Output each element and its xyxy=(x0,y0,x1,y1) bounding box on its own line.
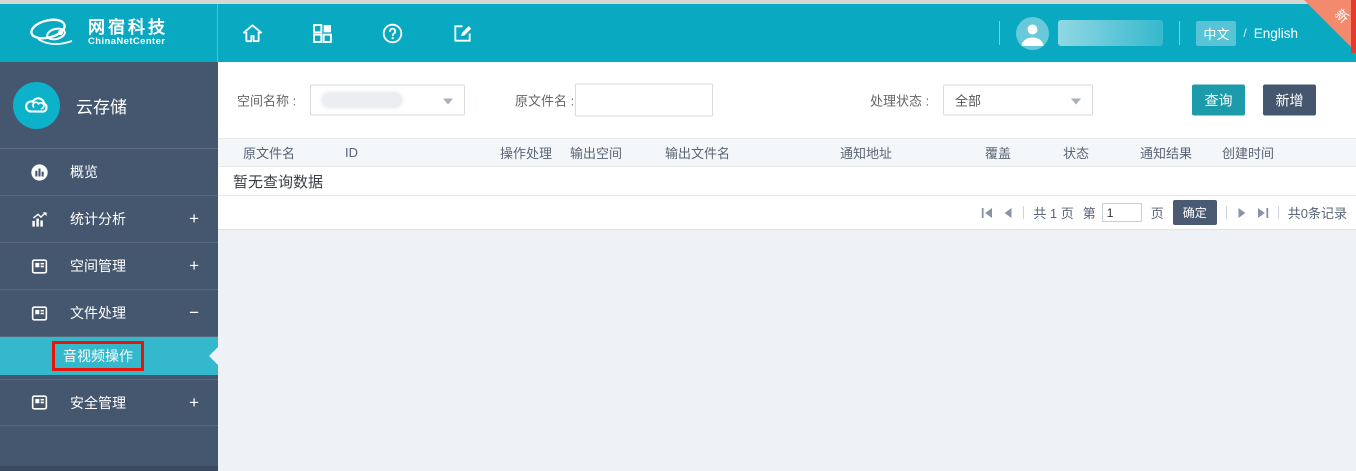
pagination-divider xyxy=(1023,206,1025,219)
total-pages-text: 共 1 页 xyxy=(1033,206,1074,221)
lang-english-toggle[interactable]: English xyxy=(1254,26,1298,41)
help-icon[interactable] xyxy=(381,22,404,45)
collapse-indicator: − xyxy=(189,303,199,322)
brand-name-cn: 网宿科技 xyxy=(88,18,168,38)
first-page-icon[interactable] xyxy=(981,207,993,219)
space-value-redacted xyxy=(322,92,402,108)
app-window: 网宿科技 ChinaNetCenter 中文 / English 新 云存储 概… xyxy=(0,0,1356,471)
annotation-highlight-box: 音视频操作 xyxy=(52,341,144,371)
query-button[interactable]: 查询 xyxy=(1192,84,1245,116)
pagination-bar: 共 1 页 第 页 确定 共0条记录 xyxy=(218,195,1356,230)
product-title: 云存储 xyxy=(76,97,127,117)
pagination-divider xyxy=(1277,206,1279,219)
page-suffix: 页 xyxy=(1150,206,1164,221)
sidebar-item-security-management[interactable]: 安全管理 + xyxy=(0,379,218,426)
sidebar-item-file-processing[interactable]: 文件处理 − xyxy=(0,290,218,337)
header-nav xyxy=(241,4,474,62)
source-filename-label: 原文件名 : xyxy=(515,93,575,109)
chevron-down-icon xyxy=(443,98,453,104)
sidebar-item-label: 空间管理 xyxy=(70,258,126,274)
sidebar-item-label: 安全管理 xyxy=(70,394,126,411)
page-prefix: 第 xyxy=(1082,206,1096,221)
window-icon xyxy=(31,305,48,321)
sidebar-subitem-audio-video-active[interactable]: 音视频操作 xyxy=(0,337,218,375)
chinanetcenter-swoosh-icon xyxy=(30,18,73,45)
col-notify-result: 通知结果 xyxy=(1140,146,1193,161)
edit-icon[interactable] xyxy=(451,22,474,45)
process-status-label: 处理状态 : xyxy=(870,93,930,109)
last-page-icon[interactable] xyxy=(1257,207,1269,219)
col-create-time: 创建时间 xyxy=(1222,146,1275,161)
cloud-icon xyxy=(25,96,48,113)
sidebar-item-label: 统计分析 xyxy=(70,211,126,227)
main-content: 空间名称 : 原文件名 : 处理状态 : 全部 查询 新增 原文件名 ID 操作… xyxy=(218,62,1356,471)
col-output-space: 输出空间 xyxy=(570,146,623,161)
sidebar-subitem-label: 音视频操作 xyxy=(63,348,133,364)
process-status-select[interactable]: 全部 xyxy=(943,84,1093,116)
expand-indicator: + xyxy=(189,256,199,275)
top-header-bar: 网宿科技 ChinaNetCenter 中文 / English xyxy=(0,4,1356,62)
sidebar: 云存储 概览 统计分析 + 空间管理 + 文件处理 − 音视频操作 安全管理 + xyxy=(0,62,218,471)
lang-separator: / xyxy=(1243,26,1247,40)
empty-state-row: 暂无查询数据 xyxy=(218,167,1356,195)
brand-name-en: ChinaNetCenter xyxy=(88,35,166,47)
expand-indicator: + xyxy=(189,392,199,412)
sidebar-item-label: 概览 xyxy=(70,164,98,180)
sidebar-item-space-management[interactable]: 空间管理 + xyxy=(0,243,218,290)
apps-grid-icon[interactable] xyxy=(311,22,334,45)
active-item-notch xyxy=(209,347,218,365)
brand-text: 网宿科技 ChinaNetCenter xyxy=(88,19,168,47)
confirm-page-button[interactable]: 确定 xyxy=(1172,200,1217,225)
table-header-row: 原文件名 ID 操作处理 输出空间 输出文件名 通知地址 覆盖 状态 通知结果 … xyxy=(218,138,1356,167)
overview-icon xyxy=(31,163,48,181)
prev-page-icon[interactable] xyxy=(1002,207,1014,219)
col-status: 状态 xyxy=(1063,146,1090,161)
records-count-text: 共0条记录 xyxy=(1287,206,1347,221)
window-icon xyxy=(31,395,48,410)
ribbon-edge-strip xyxy=(1351,0,1356,53)
sidebar-item-statistics[interactable]: 统计分析 + xyxy=(0,196,218,243)
filter-bar: 空间名称 : 原文件名 : 处理状态 : 全部 查询 新增 xyxy=(218,62,1356,138)
add-button[interactable]: 新增 xyxy=(1263,84,1316,116)
header-divider xyxy=(1179,21,1181,45)
process-status-value: 全部 xyxy=(955,93,982,109)
col-operation: 操作处理 xyxy=(500,146,553,161)
sidebar-item-label: 文件处理 xyxy=(70,305,126,321)
page-number-input[interactable] xyxy=(1101,203,1142,222)
sidebar-footer-strip xyxy=(0,466,218,471)
product-brand: 云存储 xyxy=(0,62,218,149)
sidebar-item-overview[interactable]: 概览 xyxy=(0,149,218,196)
bar-chart-icon xyxy=(32,211,47,227)
person-icon xyxy=(1021,24,1044,46)
empty-state-text: 暂无查询数据 xyxy=(233,173,324,191)
col-output-filename: 输出文件名 xyxy=(665,146,731,161)
window-icon xyxy=(31,258,48,274)
pagination-divider xyxy=(1225,206,1227,219)
chevron-down-icon xyxy=(1071,98,1081,104)
col-source-filename: 原文件名 xyxy=(243,146,296,161)
next-page-icon[interactable] xyxy=(1236,207,1248,219)
space-name-select[interactable] xyxy=(310,84,465,116)
lang-chinese-toggle[interactable]: 中文 xyxy=(1196,20,1237,46)
header-divider xyxy=(999,21,1001,45)
col-notify-address: 通知地址 xyxy=(840,146,893,161)
home-icon[interactable] xyxy=(241,22,264,45)
space-name-label: 空间名称 : xyxy=(237,93,297,109)
cloud-storage-badge xyxy=(13,81,60,129)
brand-logo[interactable]: 网宿科技 ChinaNetCenter xyxy=(0,4,218,62)
source-filename-input[interactable] xyxy=(575,83,713,117)
expand-indicator: + xyxy=(189,209,199,228)
username-redacted[interactable] xyxy=(1058,20,1164,46)
col-id: ID xyxy=(345,145,358,160)
col-overwrite: 覆盖 xyxy=(985,146,1012,161)
user-avatar[interactable] xyxy=(1016,16,1050,50)
